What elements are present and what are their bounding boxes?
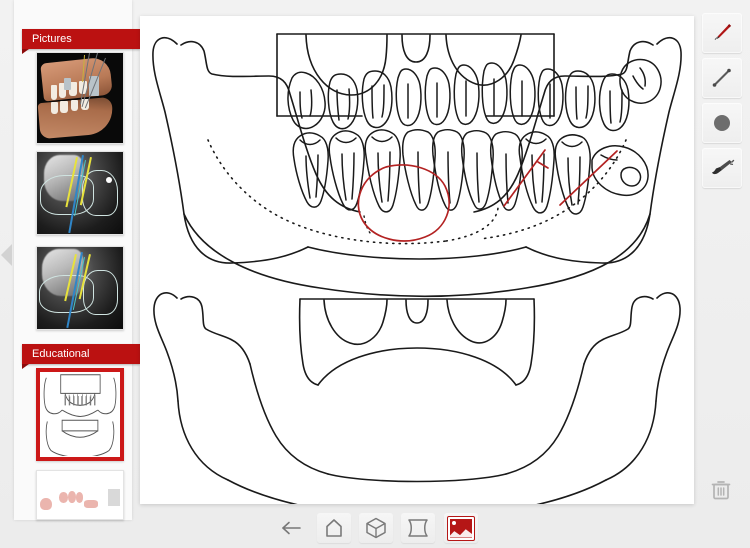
back-button[interactable]: Back	[274, 513, 308, 543]
panoramic-jaw-illustration	[140, 16, 694, 504]
home-icon	[326, 519, 342, 537]
ct-slice-1-thumbnail	[37, 152, 123, 234]
line-icon	[712, 68, 731, 87]
ct-slice-2-thumbnail	[37, 247, 123, 329]
list-item[interactable]: CT cross-section slice 2	[36, 246, 124, 330]
list-item[interactable]: 3D dental scan with implants	[36, 52, 124, 144]
app-window: Pictures 3D dental s	[0, 0, 750, 548]
trash-icon	[711, 481, 731, 500]
drawing-canvas[interactable]	[140, 16, 694, 504]
list-item-caption: CT cross-section slice 1	[37, 234, 38, 235]
chevron-left-icon[interactable]	[1, 244, 12, 266]
line-tool-button[interactable]: Line	[702, 58, 742, 98]
eraser-tool-button[interactable]: Eraser	[702, 148, 742, 188]
list-item-caption: 3D dental scan with implants	[37, 143, 38, 144]
cube-icon	[366, 517, 386, 539]
panoramic-icon	[408, 519, 428, 537]
sidebar-section-header-educational: Educational	[22, 344, 146, 364]
pencil-icon	[714, 24, 731, 40]
sidebar-section-label-pictures: Pictures	[32, 33, 72, 45]
sidebar-section-header-pictures: Pictures	[22, 29, 146, 49]
sidebar-section-label-educational: Educational	[32, 348, 90, 360]
home-button[interactable]: Home	[317, 513, 351, 543]
pictures-button-active[interactable]: Pictures	[444, 513, 478, 543]
list-item-selected[interactable]: Panoramic jaw line drawing	[36, 368, 124, 461]
arrow-left-icon	[282, 521, 301, 535]
image-icon	[448, 516, 474, 540]
sidebar-panel: Pictures 3D dental s	[14, 0, 146, 520]
circle-tool-button[interactable]: Filled circle	[702, 103, 742, 143]
panoramic-line-drawing-thumbnail	[41, 373, 119, 457]
panoramic-button[interactable]: Panoramic view	[401, 513, 435, 543]
eraser-icon	[712, 159, 735, 175]
cube-button[interactable]: 3D view	[359, 513, 393, 543]
pencil-tool-button[interactable]: Pencil	[702, 13, 742, 53]
list-item-caption: Panoramic jaw line drawing	[41, 456, 42, 457]
3d-dental-scan-thumbnail	[37, 53, 123, 143]
delete-button[interactable]: Delete	[704, 473, 738, 507]
right-toolbar: Pencil Line Filled circle Eraser	[694, 0, 750, 548]
list-item-caption: CT cross-section slice 2	[37, 329, 38, 330]
list-item[interactable]: CT cross-section slice 1	[36, 151, 124, 235]
circle-icon	[714, 115, 730, 131]
bottom-toolbar: Back Home 3D view Panoramic view	[0, 504, 750, 548]
